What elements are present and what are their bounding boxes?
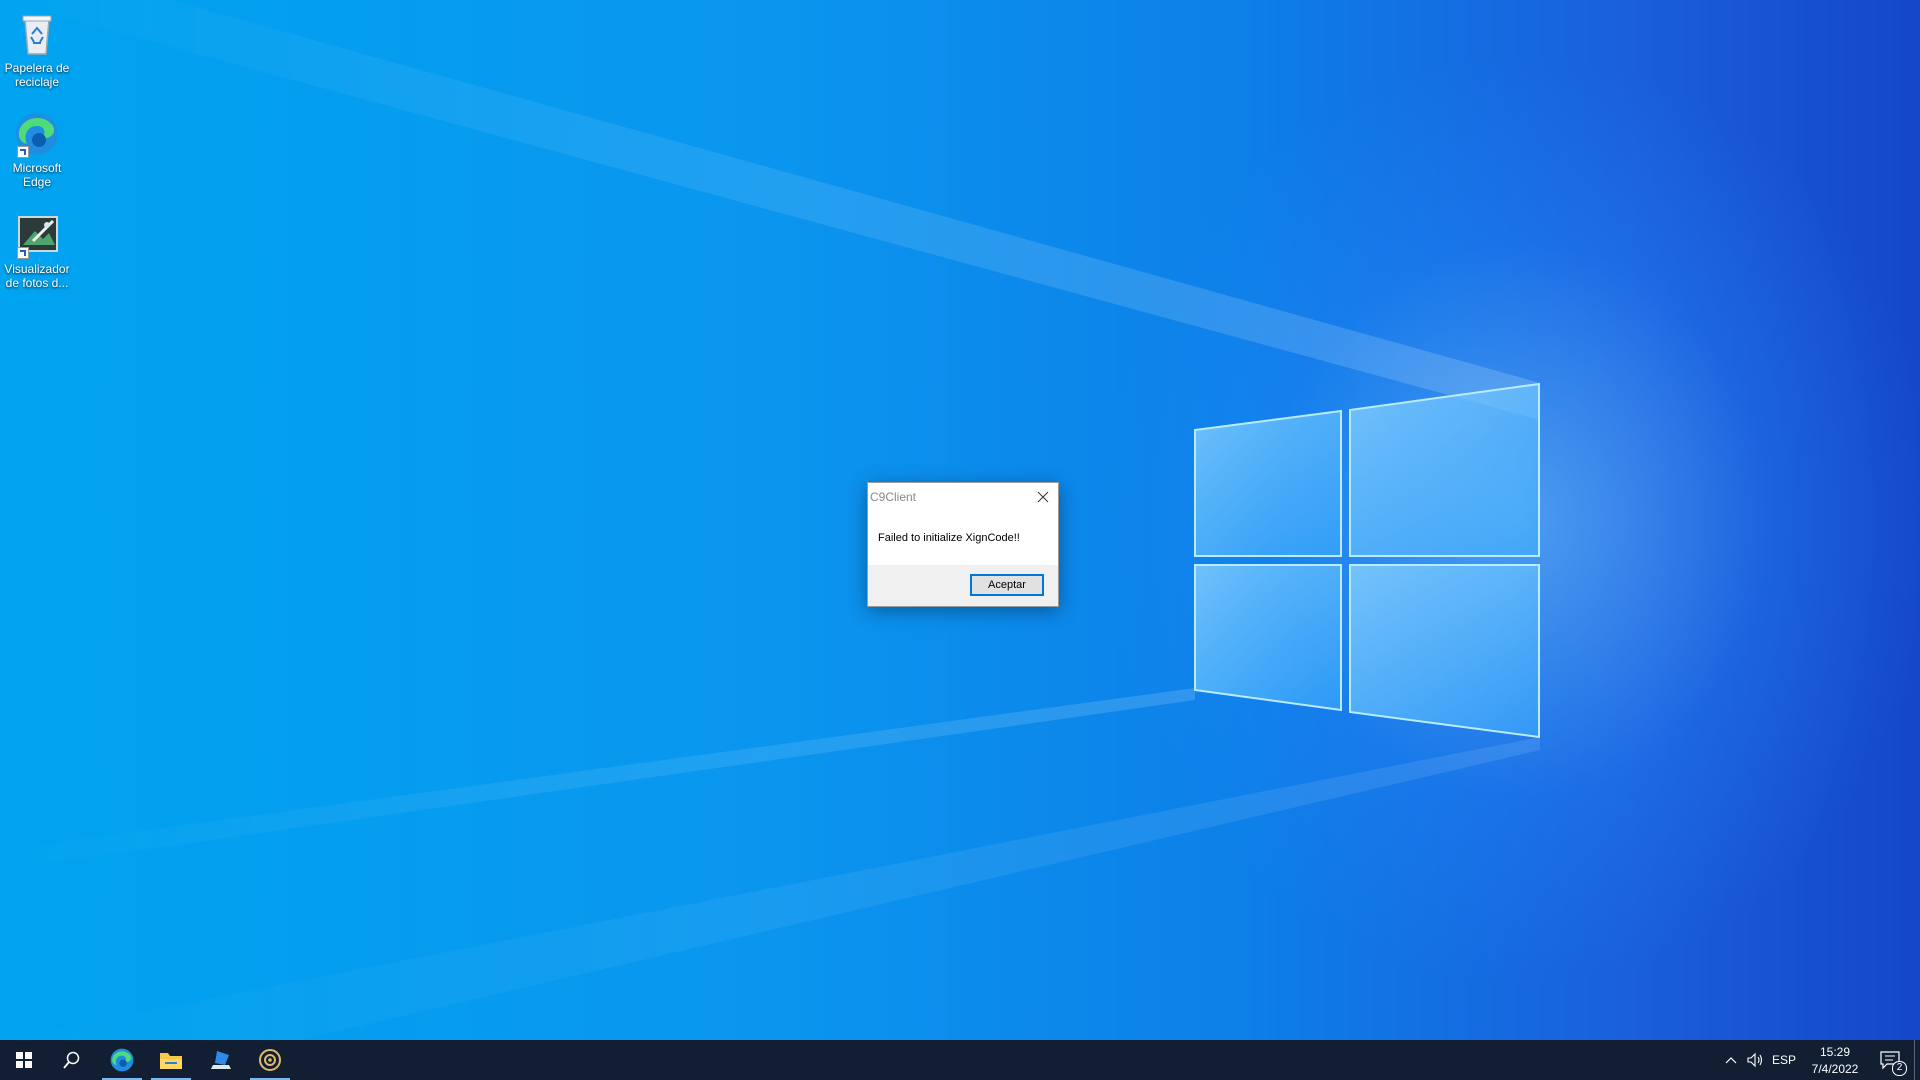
edge-icon	[13, 110, 61, 158]
show-desktop-button[interactable]	[1914, 1040, 1915, 1080]
clock[interactable]: 15:29 7/4/2022	[1800, 1044, 1870, 1078]
desktop-icon-label: reciclaje	[14, 75, 59, 89]
error-dialog: C9Client Failed to initialize XignCode!!…	[867, 482, 1059, 607]
taskbar-app-file-explorer[interactable]	[147, 1040, 195, 1080]
start-button[interactable]	[0, 1040, 48, 1080]
desktop-icon-label: Microsoft	[12, 161, 62, 175]
dialog-title: C9Client	[870, 490, 917, 504]
taskbar-app-edge[interactable]	[98, 1040, 146, 1080]
show-hidden-icons-button[interactable]	[1720, 1040, 1742, 1080]
shortcut-arrow-icon	[17, 247, 29, 259]
search-button[interactable]	[48, 1040, 96, 1080]
app-launcher-icon	[211, 1051, 231, 1069]
taskbar: ESP 15:29 7/4/2022 2	[0, 1040, 1920, 1080]
file-explorer-icon	[160, 1053, 182, 1069]
close-button[interactable]	[1028, 483, 1058, 510]
recycle-bin-icon	[13, 10, 61, 58]
desktop-icon-label: de fotos d...	[5, 276, 69, 290]
search-icon	[63, 1051, 80, 1069]
dialog-footer: Aceptar	[868, 565, 1058, 606]
clock-date: 7/4/2022	[1811, 1062, 1859, 1076]
shortcut-arrow-icon	[17, 146, 29, 158]
dialog-message: Failed to initialize XignCode!!	[878, 532, 1020, 544]
desktop: Papelera de reciclaje Microsoft Edge Vis…	[0, 0, 1920, 1040]
desktop-icon-label: Visualizador	[4, 262, 70, 276]
input-language[interactable]: ESP	[1770, 1040, 1798, 1080]
taskbar-app-launcher[interactable]	[197, 1040, 245, 1080]
ok-button[interactable]: Aceptar	[970, 574, 1044, 596]
desktop-icon-photo-viewer[interactable]: Visualizador de fotos d...	[2, 207, 72, 290]
notification-count: 2	[1892, 1061, 1907, 1076]
windows-start-icon	[16, 1052, 32, 1068]
desktop-icon-microsoft-edge[interactable]: Microsoft Edge	[2, 106, 72, 189]
taskbar-app-c9[interactable]	[246, 1040, 294, 1080]
desktop-icon-recycle-bin[interactable]: Papelera de reciclaje	[2, 6, 72, 89]
desktop-icon-label: Edge	[22, 175, 52, 189]
close-icon	[1037, 491, 1049, 502]
speaker-icon	[1747, 1052, 1763, 1068]
c9-game-icon	[259, 1049, 281, 1071]
dialog-titlebar[interactable]: C9Client	[868, 483, 1058, 512]
clock-time: 15:29	[1819, 1045, 1851, 1059]
action-center-button[interactable]: 2	[1872, 1040, 1908, 1080]
desktop-icon-label: Papelera de	[4, 61, 70, 75]
photo-viewer-icon	[13, 211, 61, 259]
volume-button[interactable]	[1744, 1040, 1768, 1080]
edge-icon	[110, 1048, 134, 1072]
chevron-up-icon	[1725, 1057, 1737, 1064]
